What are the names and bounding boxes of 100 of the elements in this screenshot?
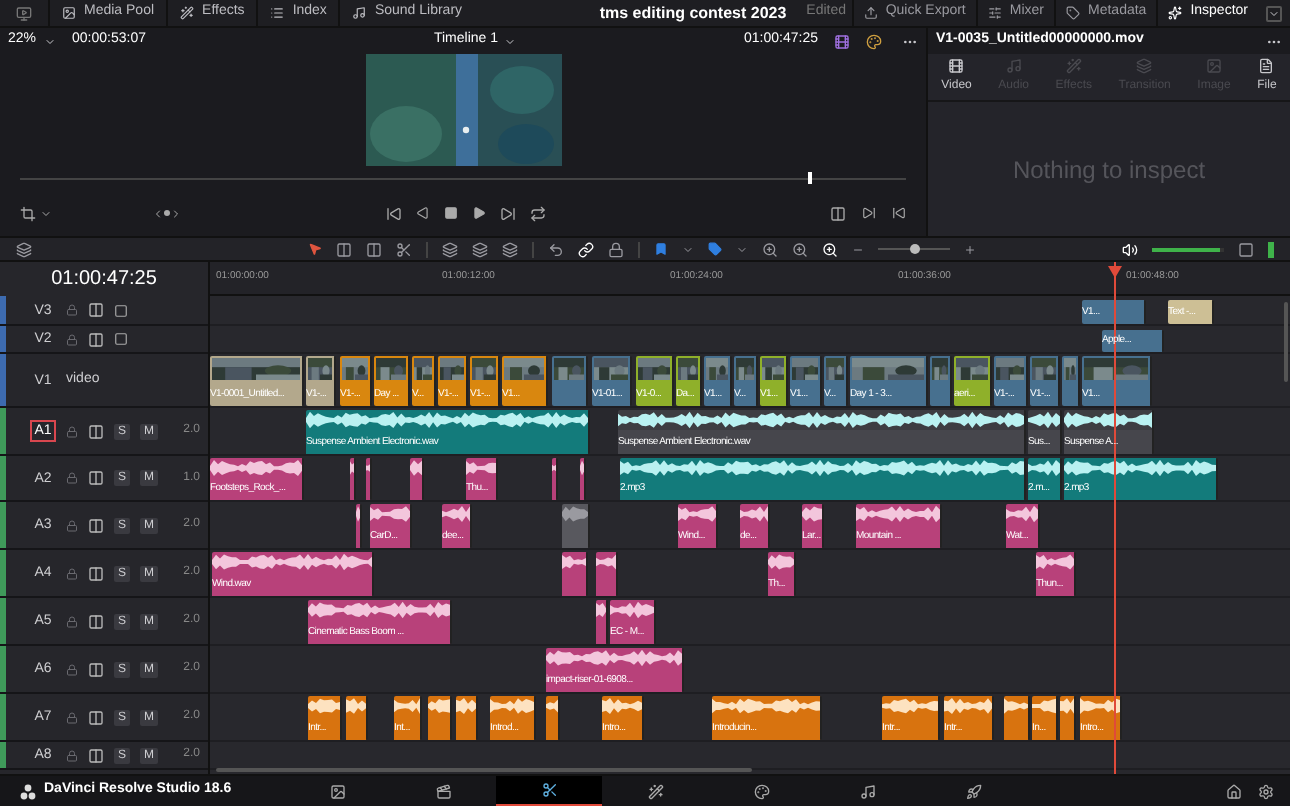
select-tool-icon[interactable]	[308, 242, 322, 256]
track-toggle-icon[interactable]	[88, 517, 104, 533]
sound-clip[interactable]	[546, 696, 560, 740]
flag-icon[interactable]	[654, 242, 668, 256]
skip-forward-icon[interactable]	[500, 205, 516, 221]
track-toggle-icon[interactable]	[88, 331, 104, 347]
skip-back-icon[interactable]	[386, 205, 402, 221]
chevron-icon[interactable]	[504, 35, 517, 47]
sound-clip[interactable]	[356, 504, 362, 548]
reverse-play-icon[interactable]	[416, 206, 430, 220]
lock-icon[interactable]	[66, 304, 78, 316]
dim-icon[interactable]	[1238, 241, 1254, 257]
trim-tool-icon[interactable]	[336, 241, 352, 257]
horizontal-scrollbar[interactable]	[216, 768, 752, 772]
lock-icon[interactable]	[608, 241, 624, 257]
track-toggle-icon[interactable]	[88, 470, 104, 486]
waveform-drawing	[1080, 696, 1120, 716]
panel-icon	[270, 6, 285, 20]
sound-clip[interactable]	[1060, 696, 1076, 740]
loop-icon[interactable]	[530, 205, 546, 221]
settings-icon[interactable]	[1258, 783, 1274, 799]
zoom-in-icon[interactable]	[964, 243, 976, 255]
chevron-icon[interactable]	[44, 35, 57, 47]
sound-clip[interactable]	[596, 552, 618, 596]
dynamic-trim-icon[interactable]	[366, 241, 382, 257]
color-icon[interactable]	[866, 33, 882, 49]
panel-icon	[987, 6, 1002, 20]
replace-icon[interactable]	[502, 241, 518, 257]
sound-clip[interactable]	[346, 696, 368, 740]
play-icon[interactable]	[472, 206, 486, 220]
volume-icon[interactable]	[1122, 241, 1138, 257]
track-toggle-icon[interactable]	[88, 661, 104, 677]
clip-icon[interactable]	[834, 33, 850, 49]
zoom-full-icon[interactable]	[762, 241, 778, 257]
waveform-drawing	[308, 696, 340, 716]
waveform-drawing	[1006, 504, 1038, 524]
lock-icon[interactable]	[66, 711, 78, 723]
sound-clip[interactable]	[428, 696, 452, 740]
blade-tool-icon[interactable]	[396, 241, 412, 257]
footage-clip[interactable]	[930, 356, 952, 406]
project-title: tms editing contest 2023	[599, 1, 787, 25]
sound-clip[interactable]	[456, 696, 478, 740]
lock-icon[interactable]	[66, 519, 78, 531]
footage-clip[interactable]	[552, 356, 588, 406]
logo-icon	[20, 783, 36, 799]
sound-clip[interactable]	[366, 458, 372, 500]
sound-clip[interactable]	[1004, 696, 1030, 740]
snapping-icon[interactable]	[548, 241, 564, 257]
lock-icon[interactable]	[66, 749, 78, 761]
track-toggle-icon[interactable]	[88, 613, 104, 629]
track-toggle-icon[interactable]	[88, 747, 104, 763]
previous-edit-icon[interactable]	[892, 206, 906, 220]
workspace-icon[interactable]	[16, 5, 32, 21]
chevron-icon[interactable]	[40, 207, 52, 219]
insert-icon[interactable]	[442, 241, 458, 257]
track-visibility-icon[interactable]	[114, 332, 128, 346]
stop-icon[interactable]	[444, 206, 458, 220]
track-visibility-icon[interactable]	[114, 303, 128, 317]
lock-icon[interactable]	[66, 472, 78, 484]
chevron-icon[interactable]	[682, 243, 694, 255]
track-toggle-icon[interactable]	[88, 423, 104, 439]
sound-clip[interactable]	[350, 458, 356, 500]
waveform-drawing	[442, 504, 470, 524]
lock-icon[interactable]	[66, 333, 78, 345]
sound-clip[interactable]	[562, 552, 588, 596]
track-toggle-icon[interactable]	[88, 565, 104, 581]
sound-clip[interactable]	[552, 458, 558, 500]
chevron-icon[interactable]	[736, 243, 748, 255]
match-frame-icon[interactable]	[830, 205, 846, 221]
footage-clip[interactable]	[1062, 356, 1080, 406]
next-icon[interactable]	[170, 207, 182, 219]
zoom-custom-icon[interactable]	[822, 241, 838, 257]
layout-icon[interactable]	[16, 241, 32, 257]
next-edit-icon[interactable]	[862, 206, 876, 220]
zoom-out-icon[interactable]	[852, 243, 864, 255]
link-icon[interactable]	[578, 241, 594, 257]
track-toggle-icon[interactable]	[88, 709, 104, 725]
sound-clip[interactable]	[596, 600, 608, 644]
home-icon[interactable]	[1226, 783, 1242, 799]
sound-clip[interactable]	[562, 504, 590, 548]
sound-clip[interactable]	[580, 458, 586, 500]
chevron-icon[interactable]	[1266, 5, 1282, 21]
sound-clip[interactable]	[410, 458, 424, 500]
lock-icon[interactable]	[66, 615, 78, 627]
playhead-handle[interactable]	[808, 171, 813, 183]
page-tab[interactable]	[496, 776, 602, 806]
lock-icon[interactable]	[66, 425, 78, 437]
vertical-scrollbar[interactable]	[1284, 302, 1288, 382]
overwrite-icon[interactable]	[472, 241, 488, 257]
marker-icon[interactable]	[708, 242, 722, 256]
lock-icon[interactable]	[66, 663, 78, 675]
page-icon	[647, 783, 663, 799]
previous-icon[interactable]	[152, 207, 164, 219]
zoom-detail-icon[interactable]	[792, 241, 808, 257]
zoom-slider-thumb[interactable]	[910, 244, 920, 254]
page-icon	[859, 783, 875, 799]
crop-icon[interactable]	[20, 205, 36, 221]
track-toggle-icon[interactable]	[88, 302, 104, 318]
lock-icon[interactable]	[66, 567, 78, 579]
waveform-drawing	[546, 696, 558, 716]
